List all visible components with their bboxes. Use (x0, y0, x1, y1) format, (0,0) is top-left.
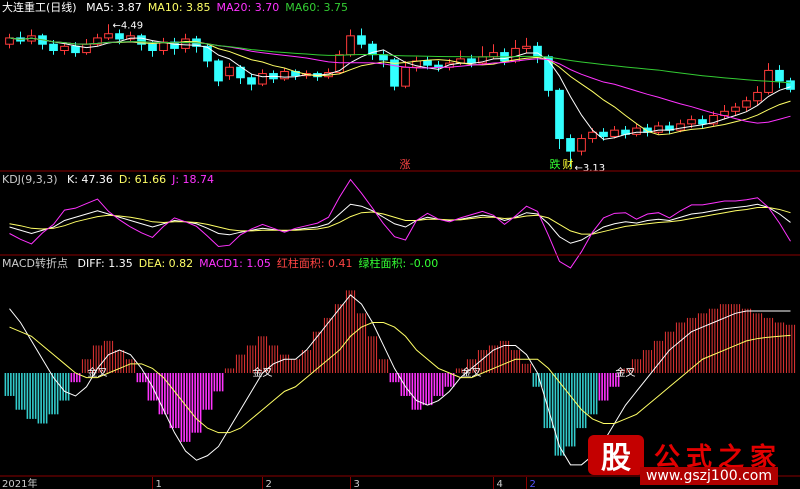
candle-body (610, 129, 619, 137)
candle-body (214, 60, 223, 82)
x-tick-label: 2 (266, 479, 272, 489)
stock-name[interactable]: 大连重工(日线) (2, 1, 77, 14)
ma60-line (9, 37, 791, 84)
kdj-k-line (9, 203, 791, 244)
candle-body (698, 119, 707, 125)
candle-body (148, 43, 157, 51)
candle-body (775, 69, 784, 82)
candle-body (60, 45, 69, 51)
candle-body (181, 38, 190, 49)
x-tick-label: 2021年 (2, 477, 37, 489)
watermark-badge: 股 (587, 435, 644, 476)
candle-body (203, 45, 212, 62)
macd-label-3: 红柱面积: 0.41 (276, 257, 353, 270)
x-tick-label: 1 (156, 479, 162, 489)
candle-body (467, 58, 476, 64)
ma-label-1: MA10: 3.85 (147, 1, 211, 14)
candle-body (555, 89, 564, 140)
candle-body (423, 60, 432, 66)
x-tick-label: 4 (497, 479, 503, 489)
candle-body (5, 37, 14, 45)
kdj-legend: K: 47.36 D: 61.66 J: 18.74 (67, 173, 220, 186)
candle-body (632, 127, 641, 135)
kdj-label-1: D: 61.66 (118, 173, 167, 186)
x-tick-label: 3 (354, 479, 360, 489)
low-price-label: ←3.13 (575, 163, 606, 174)
candle-body (346, 35, 355, 56)
ma20-line (9, 37, 791, 124)
candle-body (687, 119, 696, 125)
candle-body (742, 100, 751, 108)
signal-rise: 涨 (400, 158, 411, 171)
macd-label-0: DIFF: 1.35 (77, 257, 133, 270)
x-tick-label: 2 (530, 479, 536, 489)
candle-body (489, 52, 498, 58)
candle-body (599, 131, 608, 137)
candle-body (258, 73, 267, 85)
candle-body (71, 45, 80, 54)
candle-body (753, 91, 762, 102)
candle-body (225, 66, 234, 77)
candle-body (335, 54, 344, 74)
kdj-label-0: K: 47.36 (67, 173, 113, 186)
candle-body (104, 33, 113, 39)
watermark-url: www.gszj100.com (639, 467, 778, 485)
ma-label-0: MA5: 3.87 (86, 1, 142, 14)
candle-body (115, 33, 124, 40)
candle-body (676, 123, 685, 131)
candle-body (522, 45, 531, 49)
signal-fall: 跌 (550, 157, 561, 171)
ma10-line (9, 37, 791, 136)
chart-stage: ←4.49 ←3.13 涨 跌财 金叉 金叉 金叉 金叉 2021年 1 2 3 4 2 (0, 20, 800, 489)
high-price-label: ←4.49 (113, 20, 144, 31)
candle-body (401, 66, 410, 87)
ma-label-3: MA60: 3.75 (285, 1, 348, 14)
candle-body (357, 35, 366, 45)
candle-body (588, 131, 597, 140)
golden-cross-label: 金叉 (253, 366, 273, 379)
golden-cross-label: 金叉 (462, 366, 482, 379)
candle-body (82, 43, 91, 54)
price-panel: ←4.49 ←3.13 涨 跌财 (5, 20, 795, 174)
kdj-name: KDJ(9,3,3) (2, 173, 58, 186)
ma5-line (9, 37, 791, 140)
ma-label-2: MA20: 3.70 (216, 1, 280, 14)
kdj-header: KDJ(9,3,3) K: 47.36 D: 61.66 J: 18.74 (2, 173, 226, 187)
candle-body (654, 125, 663, 133)
kdj-label-2: J: 18.74 (172, 173, 215, 186)
candle-body (731, 106, 740, 112)
candle-body (566, 138, 575, 152)
golden-cross-label: 金叉 (88, 366, 108, 379)
candle-body (280, 70, 289, 80)
macd-name: MACD转折点 (2, 257, 68, 270)
price-header: 大连重工(日线) MA5: 3.87 MA10: 3.85 MA20: 3.70 MA… (2, 1, 360, 15)
candle-body (159, 41, 168, 51)
macd-legend: DIFF: 1.35 DEA: 0.82 MACD1: 1.05 红柱面积: 0.41… (77, 257, 444, 270)
macd-label-1: DEA: 0.82 (138, 257, 194, 270)
kdj-d-line (9, 207, 791, 235)
macd-header: MACD转折点 DIFF: 1.35 DEA: 0.82 MACD1: 1.05 红柱… (2, 257, 450, 271)
golden-cross-label: 金叉 (616, 366, 636, 379)
ma-legend: MA5: 3.87 MA10: 3.85 MA20: 3.70 MA60: 3.75 (86, 1, 354, 14)
candle-body (247, 77, 256, 85)
candle-body (49, 43, 58, 51)
candle-body (577, 138, 586, 152)
candle-body (379, 54, 388, 61)
macd-label-2: MACD1: 1.05 (199, 257, 271, 270)
signal-cai: 财 (563, 157, 574, 171)
macd-label-4: 绿柱面积: -0.00 (358, 257, 439, 270)
